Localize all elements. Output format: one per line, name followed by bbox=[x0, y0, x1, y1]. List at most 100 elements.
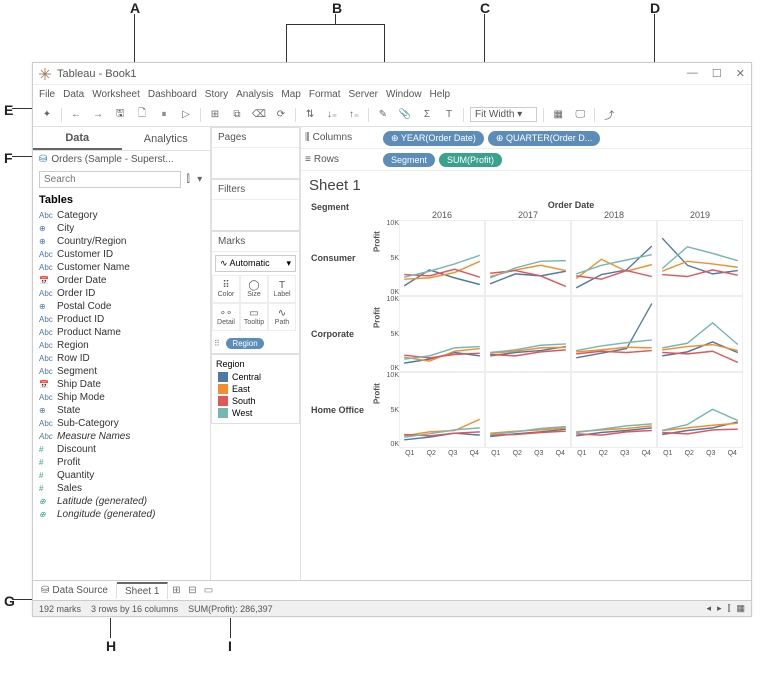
chart-cell[interactable] bbox=[485, 296, 571, 372]
search-filter-icon[interactable]: ⫿ bbox=[184, 172, 193, 188]
field-category[interactable]: AbcCategory bbox=[33, 209, 210, 222]
presentation-button[interactable]: 🖵 bbox=[572, 107, 588, 123]
highlight-button[interactable]: ✎ bbox=[375, 107, 391, 123]
field-segment[interactable]: AbcSegment bbox=[33, 365, 210, 378]
labels-button[interactable]: T bbox=[441, 107, 457, 123]
column-pill[interactable]: ⊕ YEAR(Order Date) bbox=[383, 131, 484, 146]
field-customer-name[interactable]: AbcCustomer Name bbox=[33, 261, 210, 274]
menu-format[interactable]: Format bbox=[309, 89, 341, 100]
clear-button[interactable]: ⌫ bbox=[251, 107, 267, 123]
mark-type-dropdown[interactable]: ∿ Automatic▾ bbox=[215, 255, 296, 272]
sort-asc-button[interactable]: ↓₌ bbox=[324, 107, 340, 123]
status-icon-2[interactable]: ▸ bbox=[717, 603, 722, 614]
chart-cell[interactable] bbox=[399, 372, 485, 448]
menu-map[interactable]: Map bbox=[281, 89, 300, 100]
chart-cell[interactable] bbox=[485, 372, 571, 448]
column-pill[interactable]: ⊕ QUARTER(Order D... bbox=[488, 131, 600, 146]
chart-cell[interactable] bbox=[571, 372, 657, 448]
swap-button[interactable]: ⇅ bbox=[302, 107, 318, 123]
field-sub-category[interactable]: AbcSub-Category bbox=[33, 417, 210, 430]
field-state[interactable]: ⊕State bbox=[33, 404, 210, 417]
minimize-button[interactable]: — bbox=[687, 67, 698, 80]
field-city[interactable]: ⊕City bbox=[33, 222, 210, 235]
tableau-icon[interactable]: ✦ bbox=[39, 107, 55, 123]
field-postal-code[interactable]: ⊕Postal Code bbox=[33, 300, 210, 313]
back-button[interactable]: ← bbox=[68, 107, 84, 123]
new-datasource-button[interactable]: 🗋 bbox=[134, 107, 150, 123]
color-pill-region[interactable]: Region bbox=[226, 338, 263, 349]
share-button[interactable]: ⤴ bbox=[601, 107, 617, 123]
chart-cell[interactable] bbox=[399, 220, 485, 296]
tab-sheet1[interactable]: Sheet 1 bbox=[117, 582, 168, 599]
pages-shelf[interactable]: Pages bbox=[211, 127, 300, 179]
forward-button[interactable]: → bbox=[90, 107, 106, 123]
new-dashboard-tab-button[interactable]: ⊟ bbox=[184, 585, 200, 596]
new-story-tab-button[interactable]: ▭ bbox=[200, 585, 216, 596]
chart-cell[interactable] bbox=[571, 220, 657, 296]
field-product-name[interactable]: AbcProduct Name bbox=[33, 326, 210, 339]
mark-path-button[interactable]: ∿Path bbox=[268, 303, 296, 331]
menu-data[interactable]: Data bbox=[63, 89, 84, 100]
mark-color-button[interactable]: ⠿Color bbox=[212, 275, 240, 303]
chart-cell[interactable] bbox=[657, 296, 743, 372]
menu-help[interactable]: Help bbox=[430, 89, 451, 100]
field-product-id[interactable]: AbcProduct ID bbox=[33, 313, 210, 326]
fit-dropdown[interactable]: Fit Width ▾ bbox=[470, 107, 537, 122]
datasource-item[interactable]: ⛁ Orders (Sample - Superst... bbox=[33, 151, 210, 168]
field-customer-id[interactable]: AbcCustomer ID bbox=[33, 248, 210, 261]
duplicate-button[interactable]: ⧉ bbox=[229, 107, 245, 123]
menu-analysis[interactable]: Analysis bbox=[236, 89, 273, 100]
mark-label-button[interactable]: TLabel bbox=[268, 275, 296, 303]
tab-data[interactable]: Data bbox=[33, 127, 122, 150]
new-worksheet-button[interactable]: ⊞ bbox=[207, 107, 223, 123]
chart-view[interactable]: Segment Order Date 2016201720182019 Cons… bbox=[301, 200, 751, 580]
menu-dashboard[interactable]: Dashboard bbox=[148, 89, 197, 100]
field-order-id[interactable]: AbcOrder ID bbox=[33, 287, 210, 300]
row-pill[interactable]: Segment bbox=[383, 153, 435, 167]
sort-desc-button[interactable]: ↑₌ bbox=[346, 107, 362, 123]
filters-shelf[interactable]: Filters bbox=[211, 179, 300, 231]
field-measure-names[interactable]: AbcMeasure Names bbox=[33, 430, 210, 443]
new-worksheet-tab-button[interactable]: ⊞ bbox=[168, 585, 184, 596]
legend-item-south[interactable]: South bbox=[216, 395, 295, 407]
field-profit[interactable]: #Profit bbox=[33, 456, 210, 469]
field-order-date[interactable]: 📅Order Date bbox=[33, 274, 210, 287]
menu-window[interactable]: Window bbox=[386, 89, 422, 100]
chart-cell[interactable] bbox=[571, 296, 657, 372]
mark-detail-button[interactable]: ∘∘Detail bbox=[212, 303, 240, 331]
status-icon-4[interactable]: ▦ bbox=[736, 603, 745, 614]
mark-tooltip-button[interactable]: ▭Tooltip bbox=[240, 303, 268, 331]
tab-data-source[interactable]: ⛁ Data Source bbox=[33, 583, 117, 598]
row-pill[interactable]: SUM(Profit) bbox=[439, 153, 502, 167]
search-input[interactable] bbox=[39, 171, 181, 188]
status-icon-1[interactable]: ◂ bbox=[707, 603, 712, 614]
refresh-button[interactable]: ⟳ bbox=[273, 107, 289, 123]
tab-analytics[interactable]: Analytics bbox=[122, 127, 211, 150]
field-quantity[interactable]: #Quantity bbox=[33, 469, 210, 482]
chart-cell[interactable] bbox=[485, 220, 571, 296]
field-row-id[interactable]: AbcRow ID bbox=[33, 352, 210, 365]
field-latitude-generated-[interactable]: ⊕Latitude (generated) bbox=[33, 495, 210, 508]
field-ship-mode[interactable]: AbcShip Mode bbox=[33, 391, 210, 404]
close-button[interactable]: ✕ bbox=[736, 67, 745, 80]
chart-cell[interactable] bbox=[399, 296, 485, 372]
menu-server[interactable]: Server bbox=[349, 89, 378, 100]
rows-shelf[interactable]: ≡ Rows SegmentSUM(Profit) bbox=[301, 149, 751, 171]
legend-item-west[interactable]: West bbox=[216, 407, 295, 419]
chart-cell[interactable] bbox=[657, 220, 743, 296]
field-country-region[interactable]: ⊕Country/Region bbox=[33, 235, 210, 248]
run-button[interactable]: ▷ bbox=[178, 107, 194, 123]
legend-item-east[interactable]: East bbox=[216, 383, 295, 395]
totals-button[interactable]: Σ bbox=[419, 107, 435, 123]
save-button[interactable]: 🖫 bbox=[112, 107, 128, 123]
mark-size-button[interactable]: ◯Size bbox=[240, 275, 268, 303]
chart-cell[interactable] bbox=[657, 372, 743, 448]
group-button[interactable]: 📎 bbox=[397, 107, 413, 123]
show-me-button[interactable]: ▦ bbox=[550, 107, 566, 123]
search-menu-icon[interactable]: ▾ bbox=[196, 172, 205, 188]
field-sales[interactable]: #Sales bbox=[33, 482, 210, 495]
field-ship-date[interactable]: 📅Ship Date bbox=[33, 378, 210, 391]
menu-worksheet[interactable]: Worksheet bbox=[92, 89, 140, 100]
status-icon-3[interactable]: ⫿ bbox=[728, 603, 731, 614]
menu-story[interactable]: Story bbox=[205, 89, 228, 100]
